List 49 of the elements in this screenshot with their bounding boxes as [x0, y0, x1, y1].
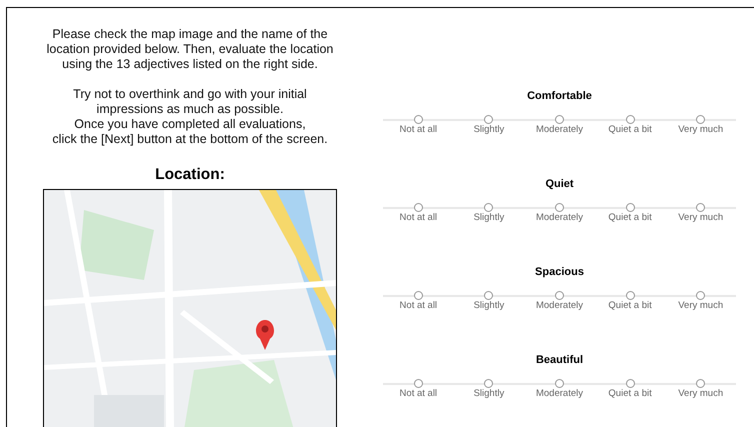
option-label: Moderately	[536, 388, 583, 400]
radio-button[interactable]	[414, 203, 423, 212]
option-label: Not at all	[400, 124, 438, 136]
option-label: Moderately	[536, 212, 583, 224]
option-label: Quiet a bit	[608, 388, 652, 400]
radio-button[interactable]	[626, 291, 635, 300]
option-label: Moderately	[536, 124, 583, 136]
adjective-label: Spacious	[535, 266, 584, 279]
adjective-label: Comfortable	[527, 90, 592, 103]
option-label: Not at all	[400, 300, 438, 312]
option-label: Slightly	[474, 124, 504, 136]
instruction-text: Please check the map image and the name of the location provided below. Then, evaluate the location using the 13 adjectives listed on the right side.	[46, 27, 334, 72]
radio-button[interactable]	[696, 379, 706, 388]
radio-button[interactable]	[626, 379, 635, 388]
option-label: Not at all	[400, 212, 438, 224]
radio-button[interactable]	[484, 115, 494, 124]
option-label: Very much	[678, 388, 724, 400]
adjective-label: Beautiful	[536, 354, 584, 367]
location-heading: Location:	[155, 166, 225, 184]
option-label: Quiet a bit	[608, 212, 652, 224]
option-label: Very much	[678, 212, 724, 224]
radio-button[interactable]	[484, 291, 494, 300]
radio-button[interactable]	[484, 379, 494, 388]
instruction-text: click the [Next] button at the bottom of the screen.	[52, 132, 328, 147]
radio-button[interactable]	[554, 379, 564, 388]
instruction-text: Try not to overthink and go with your initial impressions as much as possible.	[72, 87, 308, 117]
option-label: Not at all	[400, 388, 438, 400]
option-label: Quiet a bit	[608, 124, 652, 136]
instruction-text: Once you have completed all evaluations,	[74, 117, 306, 132]
radio-button[interactable]	[484, 203, 494, 212]
radio-button[interactable]	[696, 115, 706, 124]
radio-button[interactable]	[414, 379, 423, 388]
option-label: Very much	[678, 300, 724, 312]
option-label: Very much	[678, 124, 724, 136]
option-label: Quiet a bit	[608, 300, 652, 312]
radio-button[interactable]	[554, 203, 564, 212]
radio-button[interactable]	[554, 291, 564, 300]
radio-button[interactable]	[696, 291, 706, 300]
option-label: Slightly	[474, 212, 504, 224]
option-label: Slightly	[474, 388, 504, 400]
adjective-label: Quiet	[545, 178, 574, 191]
radio-button[interactable]	[414, 115, 423, 124]
option-label: Moderately	[536, 300, 583, 312]
radio-button[interactable]	[626, 115, 635, 124]
radio-button[interactable]	[626, 203, 635, 212]
radio-button[interactable]	[696, 203, 706, 212]
option-label: Slightly	[474, 300, 504, 312]
radio-button[interactable]	[554, 115, 564, 124]
radio-button[interactable]	[414, 291, 423, 300]
